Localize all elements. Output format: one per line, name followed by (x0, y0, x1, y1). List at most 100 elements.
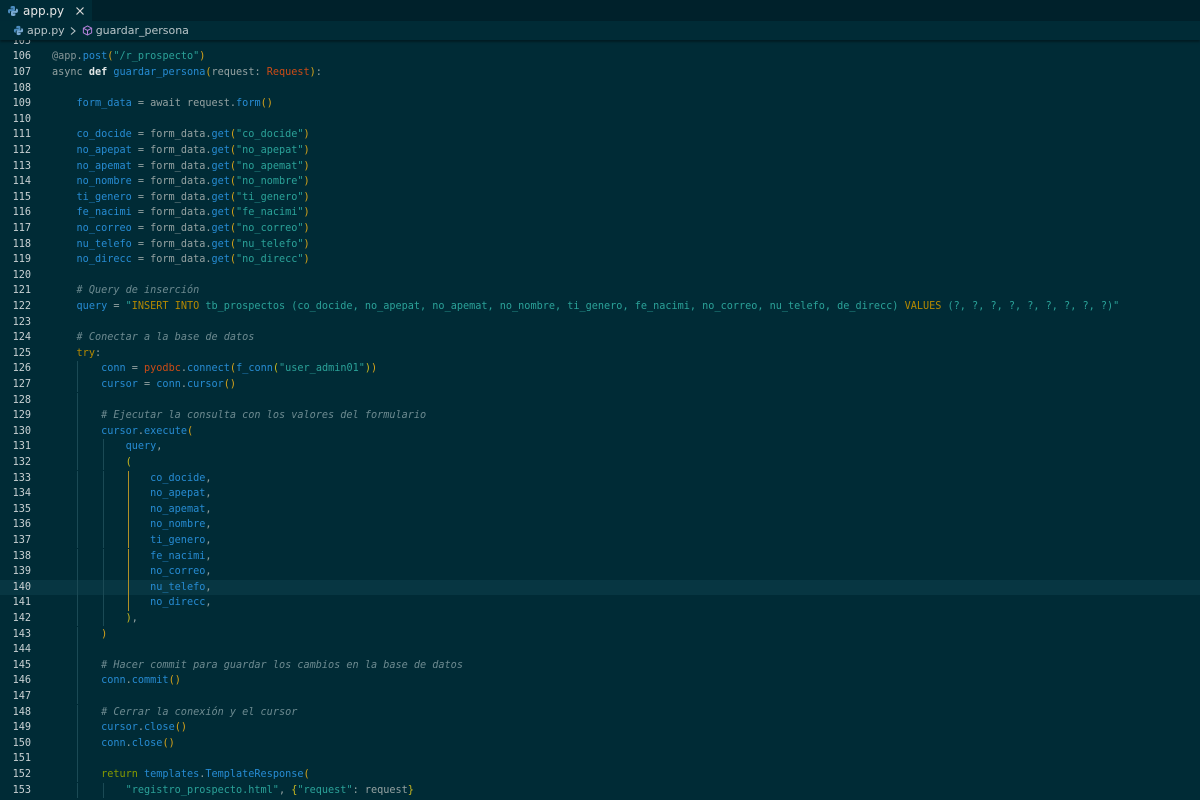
code-token: Request (266, 66, 310, 78)
code-line[interactable]: 121 # Query de inserción (0, 283, 1200, 299)
code-line[interactable]: 150 conn.close() (0, 735, 1200, 752)
code-token: : (315, 66, 322, 78)
code-line[interactable]: 112 no_apepat = form_data.get("no_apepat… (0, 143, 1200, 159)
code-line[interactable]: 135 no_apemat, (0, 501, 1200, 518)
code-line[interactable]: 123 (0, 315, 1200, 331)
code-token: execute (144, 425, 187, 437)
code-token: form_data (76, 98, 132, 110)
code-token: nu_telefo (150, 581, 206, 593)
breadcrumb-symbol[interactable]: guardar_persona (82, 24, 189, 37)
line-number: 145 (12, 659, 31, 671)
code-line[interactable]: 129 # Ejecutar la consulta con los valor… (0, 408, 1200, 424)
code-line[interactable]: 105 (0, 40, 1200, 49)
code-line[interactable]: 144 (0, 642, 1200, 658)
code-line[interactable]: 119 no_direcc = form_data.get("no_direcc… (0, 252, 1200, 268)
code-text: no_correo = form_data.get("no_correo") (52, 221, 310, 237)
code-text: ti_genero, (52, 533, 211, 549)
code-line[interactable]: 125 try: (0, 346, 1200, 362)
code-line[interactable]: 132 ( (0, 454, 1200, 471)
code-line[interactable]: 145 # Hacer commit para guardar los camb… (0, 657, 1200, 674)
tab-app-py[interactable]: app.py (0, 0, 92, 21)
line-number: 141 (12, 597, 31, 609)
code-line[interactable]: 113 no_apemat = form_data.get("no_apemat… (0, 159, 1200, 175)
code-line[interactable]: 128 (0, 392, 1200, 409)
code-token: = (107, 300, 126, 312)
code-line[interactable]: 133 co_docide, (0, 470, 1200, 487)
code-line[interactable]: 153 "registro_prospecto.html", {"request… (0, 782, 1200, 799)
code-line[interactable]: 117 no_correo = form_data.get("no_correo… (0, 221, 1200, 237)
code-line[interactable]: 120 (0, 268, 1200, 284)
code-line[interactable]: 141 no_direcc, (0, 595, 1200, 611)
code-line[interactable]: 151 (0, 751, 1200, 767)
line-number: 135 (12, 503, 31, 515)
code-token: tb_prospectos (co_docide, no_apepat, no_… (199, 300, 905, 312)
code-token: get (211, 176, 230, 188)
code-text: ), (52, 611, 138, 627)
code-line[interactable]: 130 cursor.execute( (0, 423, 1200, 440)
code-token: cursor (101, 425, 138, 437)
code-token: , (205, 519, 212, 531)
code-line[interactable]: 109 form_data = await request.form() (0, 96, 1200, 112)
code-line[interactable]: 124 # Conectar a la base de datos (0, 330, 1200, 346)
line-number: 115 (12, 191, 31, 203)
code-line[interactable]: 108 (0, 81, 1200, 97)
code-text: no_apepat, (52, 486, 211, 502)
code-token: "nu_telefo" (236, 238, 304, 250)
code-line[interactable]: 106 @app.post("/r_prospecto") (0, 49, 1200, 65)
code-token: "fe_nacimi" (236, 207, 304, 219)
code-line[interactable]: 137 ti_genero, (0, 532, 1200, 549)
code-token: ) (303, 144, 310, 156)
line-number: 124 (12, 332, 31, 344)
code-line[interactable]: 126 conn = pyodbc.connect(f_conn("user_a… (0, 361, 1200, 377)
code-token: , (156, 441, 163, 453)
code-line[interactable]: 148 # Cerrar la conexión y el cursor (0, 704, 1200, 721)
code-line[interactable]: 142 ), (0, 610, 1200, 627)
code-text: no_direcc, (52, 595, 211, 611)
line-number: 137 (12, 534, 31, 546)
code-line[interactable]: 115 ti_genero = form_data.get("ti_genero… (0, 190, 1200, 206)
code-line[interactable]: 152 return templates.TemplateResponse( (0, 766, 1200, 783)
editor-text-area[interactable]: 105 106 @app.post("/r_prospecto") 107 async … (0, 40, 1200, 800)
code-line[interactable]: 127 cursor = conn.cursor() (0, 376, 1200, 393)
code-line[interactable]: 111 co_docide = form_data.get("co_docide… (0, 127, 1200, 143)
code-line[interactable]: 146 conn.commit() (0, 673, 1200, 689)
code-line[interactable]: 143 ) (0, 626, 1200, 643)
code-line[interactable]: 118 nu_telefo = form_data.get("nu_telefo… (0, 237, 1200, 253)
code-line[interactable]: 122 query = "INSERT INTO tb_prospectos (… (0, 299, 1200, 315)
code-line[interactable]: 134 no_apepat, (0, 486, 1200, 502)
line-number: 123 (12, 316, 31, 328)
code-token: get (211, 254, 230, 266)
code-token: , (205, 566, 212, 578)
code-line[interactable]: 114 no_nombre = form_data.get("no_nombre… (0, 174, 1200, 190)
close-icon[interactable] (74, 5, 86, 17)
code-line[interactable]: 131 query, (0, 439, 1200, 455)
code-token: () (223, 378, 237, 390)
code-token: cursor (186, 378, 224, 390)
code-line[interactable]: 136 no_nombre, (0, 517, 1200, 533)
breadcrumb-file[interactable]: app.py (13, 24, 65, 37)
code-text: no_direcc = form_data.get("no_direcc") (52, 252, 310, 268)
code-text: no_nombre, (52, 517, 211, 533)
code-line[interactable]: 139 no_correo, (0, 564, 1200, 580)
code-line[interactable]: 116 fe_nacimi = form_data.get("fe_nacimi… (0, 205, 1200, 221)
code-line[interactable]: 149 cursor.close() (0, 720, 1200, 736)
code-line[interactable]: 147 (0, 688, 1200, 705)
code-line[interactable]: 140 nu_telefo, (0, 579, 1200, 596)
code-token: # Conectar a la base de datos (76, 332, 255, 344)
line-number: 126 (12, 363, 31, 375)
code-line[interactable]: 138 fe_nacimi, (0, 548, 1200, 565)
code-line[interactable]: 107 async def guardar_persona(request: Re… (0, 65, 1200, 81)
code-line[interactable]: 110 (0, 112, 1200, 128)
